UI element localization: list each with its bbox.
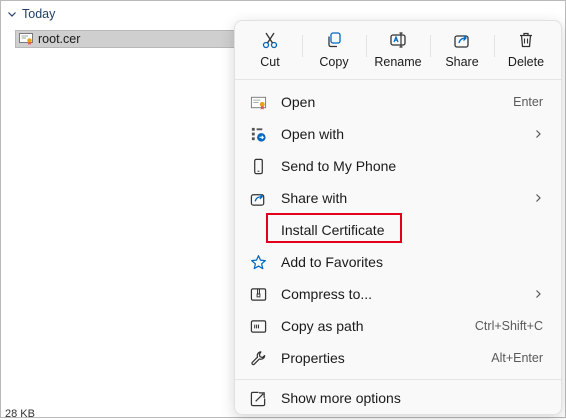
menu-item-open[interactable]: Open Enter — [239, 87, 559, 117]
menu-item-copy-as-path-label: Copy as path — [281, 318, 364, 334]
menu-item-properties-label: Properties — [281, 350, 345, 366]
show-more-icon — [249, 389, 267, 407]
certificate-file-icon — [19, 33, 33, 45]
open-with-icon — [249, 125, 267, 143]
cut-icon — [262, 32, 278, 49]
rename-label: Rename — [374, 55, 422, 69]
copy-button[interactable]: Copy — [302, 21, 366, 79]
menu-item-install-certificate[interactable]: Install Certificate — [239, 215, 559, 245]
chevron-down-icon — [7, 9, 17, 19]
menu-item-install-certificate-label: Install Certificate — [281, 222, 385, 238]
rename-button[interactable]: Rename — [366, 21, 430, 79]
copy-path-icon — [249, 317, 267, 335]
delete-label: Delete — [507, 55, 545, 69]
menu-item-show-more-options-label: Show more options — [281, 390, 401, 406]
share-label: Share — [445, 55, 479, 69]
menu-item-copy-as-path[interactable]: Copy as path Ctrl+Shift+C — [239, 311, 559, 341]
menu-item-add-to-favorites-label: Add to Favorites — [281, 254, 383, 270]
rename-icon — [390, 32, 406, 48]
menu-item-send-to-phone-label: Send to My Phone — [281, 158, 397, 174]
menu-item-compress-label: Compress to... — [281, 286, 373, 302]
cut-button[interactable]: Cut — [238, 21, 302, 79]
blank-icon-slot — [249, 221, 267, 239]
file-name: root.cer — [38, 32, 81, 46]
group-header-today[interactable]: Today — [7, 5, 55, 23]
menu-item-open-with-label: Open with — [281, 126, 345, 142]
zip-icon — [249, 285, 267, 303]
menu-separator — [235, 79, 561, 80]
group-header-label: Today — [22, 7, 56, 21]
chevron-right-icon — [533, 129, 543, 139]
menu-item-add-to-favorites[interactable]: Add to Favorites — [239, 247, 559, 277]
share-icon — [249, 189, 267, 207]
menu-item-properties-shortcut: Alt+Enter — [491, 351, 543, 365]
copy-icon — [328, 32, 341, 48]
file-row-selected[interactable]: root.cer — [15, 30, 267, 48]
context-menu: Cut Copy Rename Share Delete Open Enter … — [234, 20, 562, 415]
certificate-icon — [249, 93, 267, 111]
menu-item-share-with-label: Share with — [281, 190, 348, 206]
menu-item-open-with[interactable]: Open with — [239, 119, 559, 149]
delete-button[interactable]: Delete — [494, 21, 558, 79]
copy-label: Copy — [319, 55, 349, 69]
cut-label: Cut — [260, 55, 280, 69]
menu-item-compress[interactable]: Compress to... — [239, 279, 559, 309]
menu-separator — [235, 379, 561, 380]
phone-icon — [249, 157, 267, 175]
share-button[interactable]: Share — [430, 21, 494, 79]
wrench-icon — [249, 349, 267, 367]
menu-item-properties[interactable]: Properties Alt+Enter — [239, 343, 559, 373]
quick-actions-bar: Cut Copy Rename Share Delete — [235, 21, 561, 79]
menu-item-send-to-phone[interactable]: Send to My Phone — [239, 151, 559, 181]
star-icon — [249, 253, 267, 271]
menu-item-open-shortcut: Enter — [513, 95, 543, 109]
chevron-right-icon — [533, 289, 543, 299]
status-bar-text: 28 KB — [5, 408, 35, 420]
menu-item-show-more-options[interactable]: Show more options — [239, 383, 559, 413]
delete-icon — [520, 32, 532, 48]
menu-item-share-with[interactable]: Share with — [239, 183, 559, 213]
share-icon — [454, 35, 469, 48]
menu-item-open-label: Open — [281, 94, 316, 110]
menu-item-copy-as-path-shortcut: Ctrl+Shift+C — [474, 319, 543, 333]
chevron-right-icon — [533, 193, 543, 203]
